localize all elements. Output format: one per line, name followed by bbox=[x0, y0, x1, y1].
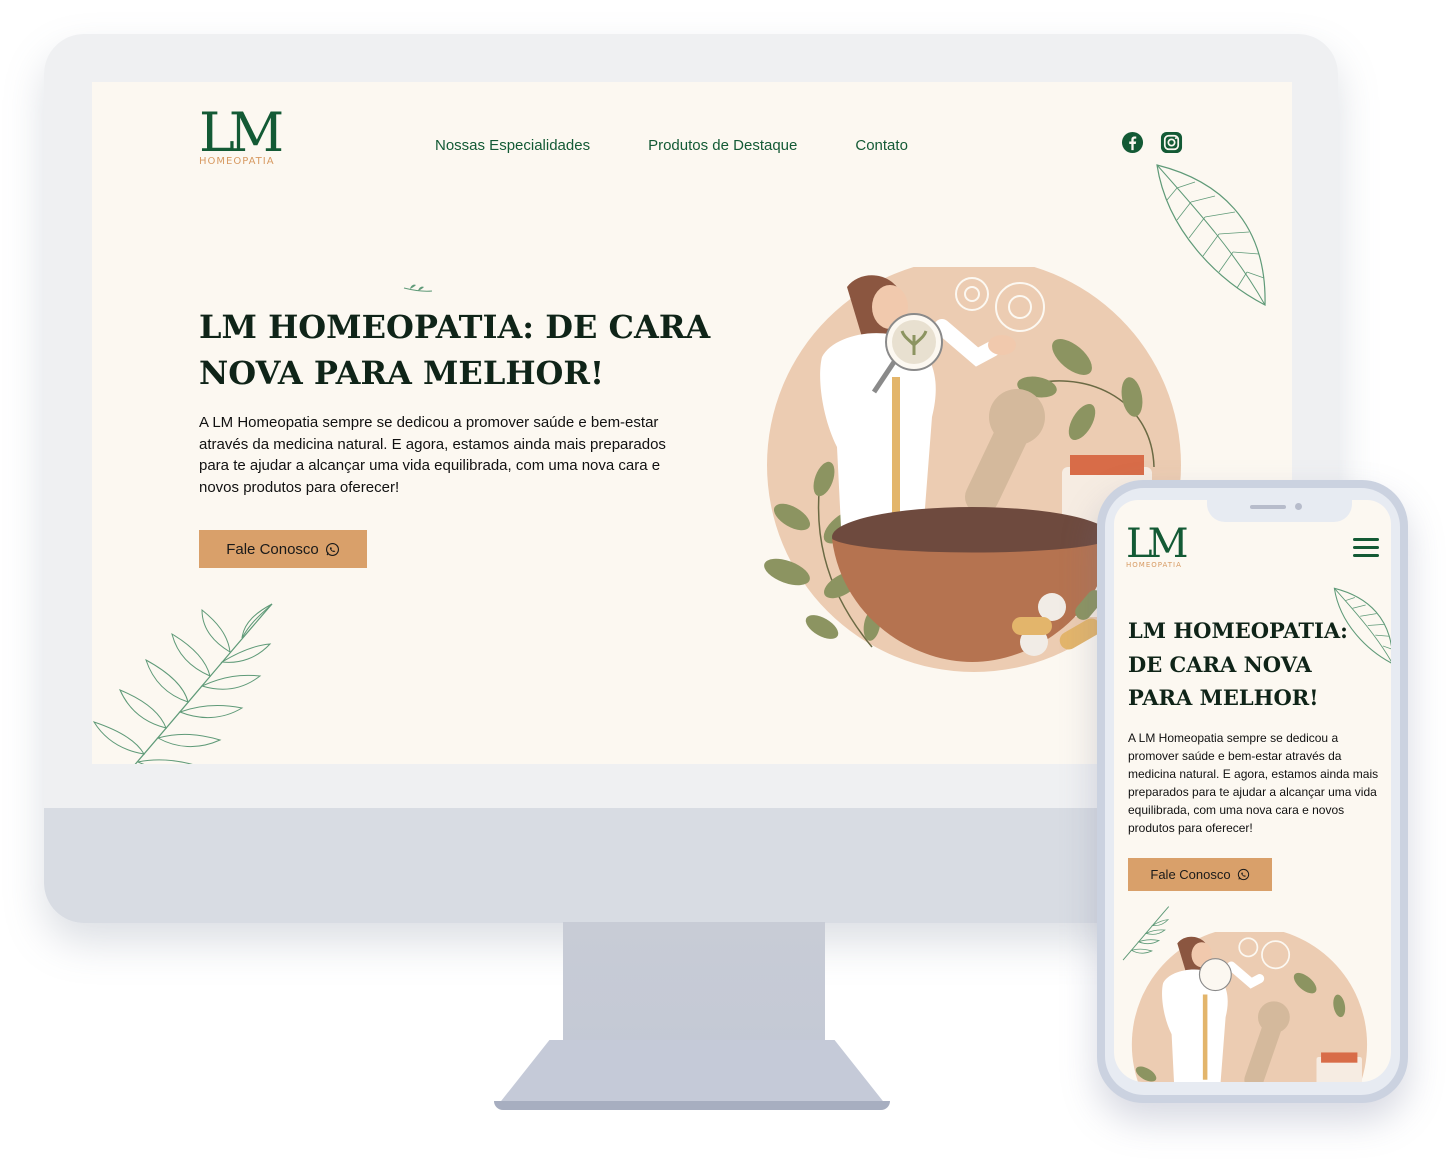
nav-item-contato[interactable]: Contato bbox=[855, 137, 908, 154]
mobile-logo-mark: LM bbox=[1126, 521, 1188, 567]
contact-button[interactable]: Fale Conosco bbox=[199, 530, 367, 568]
logo-mark: LM bbox=[199, 101, 284, 164]
phone-notch bbox=[1207, 498, 1352, 522]
whatsapp-icon bbox=[325, 542, 339, 556]
social-links bbox=[1121, 131, 1183, 154]
fern-decoration-bottom-left bbox=[92, 603, 273, 764]
mobile-phone-frame: LM HOMEOPATIA LM HOMEOPATIA: DE CARA NOV… bbox=[1097, 480, 1408, 1103]
brand-logo[interactable]: LM HOMEOPATIA bbox=[199, 101, 284, 168]
mobile-screen: LM HOMEOPATIA LM HOMEOPATIA: DE CARA NOV… bbox=[1114, 500, 1391, 1082]
sprig-decoration bbox=[403, 284, 433, 292]
mobile-hero-illustration bbox=[1131, 932, 1368, 1082]
mobile-hero-description: A LM Homeopatia sempre se dedicou a prom… bbox=[1128, 731, 1379, 835]
facebook-icon[interactable] bbox=[1121, 131, 1144, 154]
mobile-brand-logo[interactable]: LM HOMEOPATIA bbox=[1126, 521, 1188, 569]
nav-item-produtos[interactable]: Produtos de Destaque bbox=[648, 137, 797, 154]
mobile-logo-subtitle: HOMEOPATIA bbox=[1126, 561, 1182, 569]
mobile-hero-title: LM HOMEOPATIA: DE CARA NOVA PARA MELHOR! bbox=[1128, 618, 1348, 710]
nav-item-especialidades[interactable]: Nossas Especialidades bbox=[435, 137, 590, 154]
monitor-stand-base bbox=[494, 1040, 890, 1110]
hero-title: LM HOMEOPATIA: DE CARA NOVA PARA MELHOR! bbox=[199, 308, 711, 392]
main-nav: Nossas Especialidades Produtos de Destaq… bbox=[435, 137, 908, 154]
instagram-icon[interactable] bbox=[1160, 131, 1183, 154]
whatsapp-icon bbox=[1237, 868, 1249, 881]
phone-camera bbox=[1295, 503, 1302, 510]
contact-button-label: Fale Conosco bbox=[226, 540, 319, 558]
phone-speaker bbox=[1250, 505, 1286, 509]
menu-icon[interactable] bbox=[1353, 538, 1379, 558]
monitor-stand-neck bbox=[563, 922, 825, 1047]
hero-description: A LM Homeopatia sempre se dedicou a prom… bbox=[199, 414, 666, 496]
mobile-contact-button[interactable]: Fale Conosco bbox=[1128, 858, 1272, 891]
mobile-contact-button-label: Fale Conosco bbox=[1150, 867, 1231, 882]
monitor-stand-base-edge bbox=[494, 1101, 890, 1110]
logo-subtitle: HOMEOPATIA bbox=[199, 156, 275, 167]
